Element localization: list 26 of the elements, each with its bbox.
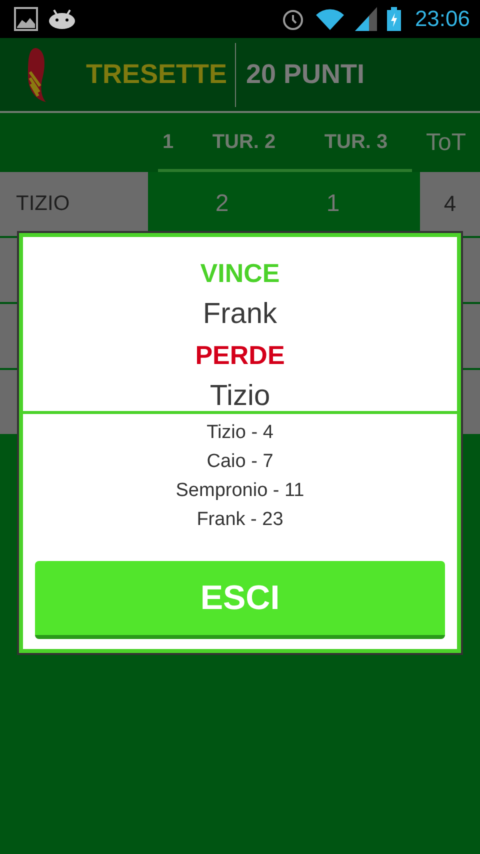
score-line: Tizio - 4 bbox=[206, 421, 274, 445]
column-header: TUR. 2 bbox=[212, 131, 276, 154]
total-cell: 4 bbox=[420, 172, 480, 236]
android-icon bbox=[48, 8, 76, 30]
column-header: 1 bbox=[162, 131, 174, 154]
app-subtitle: 20 PUNTI bbox=[245, 59, 365, 90]
clock-time: 23:06 bbox=[414, 6, 470, 32]
player-name-cell: TIZIO bbox=[0, 172, 148, 236]
exit-button[interactable]: ESCI bbox=[35, 561, 445, 639]
wifi-icon bbox=[314, 7, 345, 31]
loser-name: Tizio bbox=[210, 379, 270, 414]
score-line: Frank - 23 bbox=[196, 508, 284, 532]
signal-icon bbox=[354, 7, 377, 31]
column-header: TUR. 3 bbox=[324, 131, 388, 154]
battery-icon bbox=[386, 7, 401, 31]
alarm-icon bbox=[280, 7, 305, 31]
winner-label: VINCE bbox=[200, 257, 280, 290]
loser-label: PERDE bbox=[195, 339, 285, 372]
score-line: Caio - 7 bbox=[206, 450, 274, 474]
score-cell-text: 2 bbox=[214, 190, 230, 218]
score-cell-text: 1 bbox=[325, 190, 341, 218]
winner-name: Frank bbox=[202, 297, 278, 332]
score-line: Sempronio - 11 bbox=[176, 479, 304, 503]
app-title: TRESETTE bbox=[85, 59, 228, 90]
picture-icon bbox=[14, 7, 38, 31]
column-header: ToT bbox=[426, 128, 466, 156]
